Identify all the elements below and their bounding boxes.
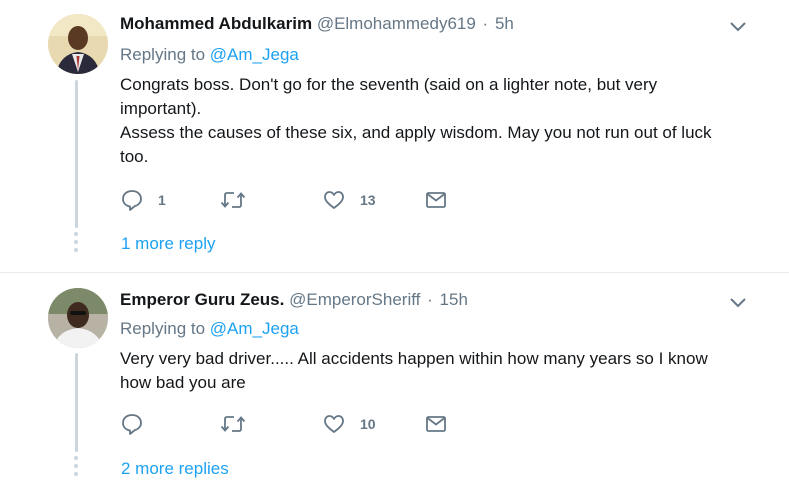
like-count: 10 [360, 416, 376, 432]
retweet-icon [220, 192, 246, 208]
chevron-down-icon[interactable] [728, 292, 748, 312]
tweet-header: Emperor Guru Zeus. @EmperorSheriff · 15h [120, 289, 468, 311]
avatar[interactable] [48, 14, 108, 74]
more-replies-link[interactable]: 2 more replies [121, 459, 229, 479]
tweet-paragraph: Assess the causes of these six, and appl… [120, 123, 712, 166]
tweet-actions: 1 13 [120, 188, 540, 212]
replying-to: Replying to @Am_Jega [120, 318, 299, 340]
mention-link[interactable]: @Am_Jega [210, 319, 299, 338]
chevron-down-icon[interactable] [728, 16, 748, 36]
reply-icon [122, 414, 142, 435]
timestamp[interactable]: 5h [495, 14, 514, 33]
reply-tweet[interactable]: Mohammed Abdulkarim @Elmohammedy619 · 5h… [0, 0, 789, 272]
replying-label: Replying to [120, 319, 206, 338]
thread-line [75, 80, 78, 228]
thread-line [75, 353, 78, 452]
direct-message-button[interactable] [424, 412, 448, 436]
reply-icon [122, 190, 142, 211]
heart-icon [324, 415, 344, 433]
retweet-button[interactable] [220, 188, 260, 212]
retweet-button[interactable] [220, 412, 260, 436]
like-count: 13 [360, 192, 376, 208]
envelope-icon [426, 192, 446, 208]
replying-to: Replying to @Am_Jega [120, 44, 299, 66]
like-button[interactable]: 10 [322, 412, 376, 436]
reply-button[interactable] [120, 412, 158, 436]
like-button[interactable]: 13 [322, 188, 376, 212]
thread-dots [74, 232, 79, 256]
tweet-text: Congrats boss. Don't go for the seventh … [120, 73, 730, 169]
tweet-paragraph: Very very bad driver..... All accidents … [120, 349, 708, 392]
thread-dots [74, 456, 79, 480]
heart-icon [324, 191, 344, 209]
retweet-icon [220, 416, 246, 432]
timestamp[interactable]: 15h [440, 290, 468, 309]
envelope-icon [426, 416, 446, 432]
tweet-actions: 10 [120, 412, 540, 436]
avatar[interactable] [48, 288, 108, 348]
tweet-paragraph: Congrats boss. Don't go for the seventh … [120, 75, 658, 118]
separator: · [427, 290, 433, 309]
tweet-text: Very very bad driver..... All accidents … [120, 347, 730, 395]
separator: · [482, 14, 489, 33]
replying-label: Replying to [120, 45, 206, 64]
tweet-header: Mohammed Abdulkarim @Elmohammedy619 · 5h [120, 13, 514, 35]
reply-tweet[interactable]: Emperor Guru Zeus. @EmperorSheriff · 15h… [0, 272, 789, 496]
reply-button[interactable]: 1 [120, 188, 166, 212]
direct-message-button[interactable] [424, 188, 448, 212]
user-name[interactable]: Emperor Guru Zeus. [120, 290, 284, 309]
mention-link[interactable]: @Am_Jega [210, 45, 299, 64]
reply-count: 1 [158, 192, 166, 208]
user-handle[interactable]: @Elmohammedy619 [317, 14, 476, 33]
user-name[interactable]: Mohammed Abdulkarim [120, 14, 312, 33]
more-replies-link[interactable]: 1 more reply [121, 234, 215, 254]
user-handle[interactable]: @EmperorSheriff [289, 290, 420, 309]
